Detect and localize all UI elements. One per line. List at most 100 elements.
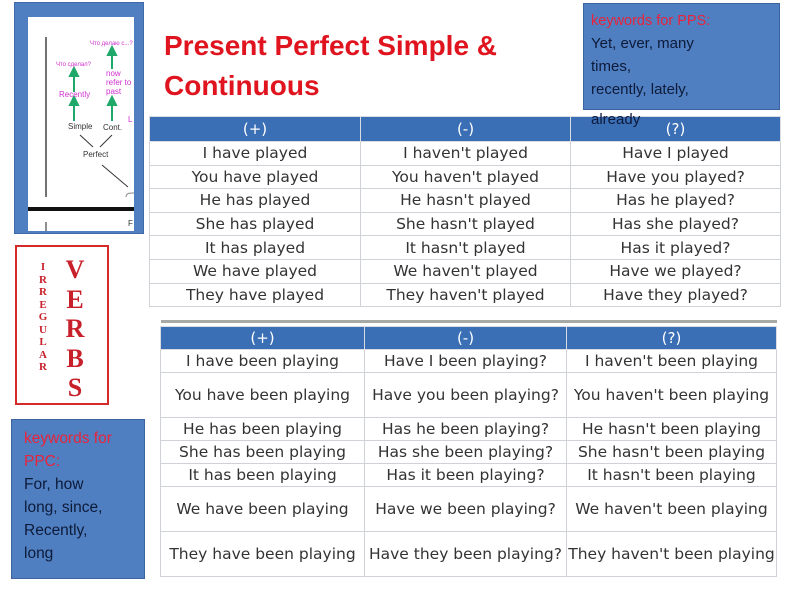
letter: B bbox=[66, 343, 84, 373]
cell: I haven't been playing bbox=[566, 349, 777, 373]
keywords-ppc-line: long bbox=[24, 545, 54, 562]
keywords-pps-line: Yet, ever, many bbox=[591, 35, 694, 52]
cell: Have I been playing? bbox=[364, 349, 567, 373]
letter: A bbox=[39, 348, 47, 361]
divider-line bbox=[161, 320, 777, 323]
letter: R bbox=[39, 361, 47, 373]
cell: It has been playing bbox=[160, 463, 365, 487]
letter: E bbox=[66, 284, 84, 314]
header-negative: (-) bbox=[360, 116, 571, 142]
cell: Have you played? bbox=[570, 164, 781, 190]
irregular-verbs-box: I R R E G U L A R V E R B S bbox=[15, 245, 109, 405]
table-header-row: (+) (-) (?) bbox=[149, 116, 781, 142]
label-simple: Simple bbox=[68, 122, 93, 131]
header-affirmative: (+) bbox=[149, 116, 361, 142]
cell: Have we been playing? bbox=[364, 486, 567, 532]
cell: We have been playing bbox=[160, 486, 365, 532]
cell: Have they played? bbox=[570, 282, 781, 308]
label-cut-l: L bbox=[128, 115, 133, 124]
cell: I have been playing bbox=[160, 349, 365, 373]
letter: R bbox=[39, 273, 47, 286]
cell: She has been playing bbox=[160, 440, 365, 464]
cell: It hasn't played bbox=[360, 235, 571, 260]
keywords-pps-line: times, bbox=[591, 58, 632, 75]
table-row: I have played I haven't played Have I play… bbox=[149, 141, 781, 166]
keywords-ppc-line: long, since, bbox=[24, 499, 103, 516]
cell: They have played bbox=[149, 282, 361, 308]
present-perfect-continuous-table: (+) (-) (?) I have been playing Have I be… bbox=[160, 326, 777, 577]
cell: He has played bbox=[149, 188, 361, 213]
cell: Have I played bbox=[570, 141, 781, 166]
table-row: We have been playing Have we been playing… bbox=[160, 486, 777, 532]
letter: G bbox=[38, 311, 48, 323]
table-row: It has been playing Has it been playing? I… bbox=[160, 463, 777, 487]
cell: You have played bbox=[149, 164, 361, 190]
cell: It hasn't been playing bbox=[566, 463, 777, 487]
table-row: You have been playing Have you been playi… bbox=[160, 372, 777, 418]
label-refer-to: refer to bbox=[106, 78, 132, 87]
cell: They haven't played bbox=[360, 282, 571, 308]
label-perfect: Perfect bbox=[83, 150, 109, 159]
cell: You haven't been playing bbox=[566, 372, 777, 418]
keywords-ppc-heading: keywords for bbox=[24, 430, 112, 447]
keywords-ppc-line: Recently, bbox=[24, 522, 88, 539]
table-row: I have been playing Have I been playing? I… bbox=[160, 349, 777, 373]
curve-line bbox=[125, 192, 134, 198]
label-what-done: Что сделал? bbox=[56, 62, 91, 68]
letter: S bbox=[67, 373, 83, 402]
cell: They haven't been playing bbox=[566, 531, 777, 577]
table-row: She has been playing Has she been playing… bbox=[160, 440, 777, 464]
letter: R bbox=[39, 286, 47, 298]
arrow-up-icon bbox=[106, 44, 118, 56]
cell: I haven't played bbox=[360, 141, 571, 166]
connector-line bbox=[101, 164, 129, 188]
cell: She hasn't been playing bbox=[566, 440, 777, 464]
table-row: They have played They haven't played Have … bbox=[149, 282, 781, 308]
cell: It has played bbox=[149, 235, 361, 260]
keywords-pps-box: keywords for PPS: Yet, ever, many times,… bbox=[583, 3, 780, 110]
cell: He has been playing bbox=[160, 417, 365, 441]
table-row: They have been playing Have they been pla… bbox=[160, 531, 777, 577]
label-cut-f: F bbox=[128, 219, 133, 228]
keywords-ppc-box: keywords for PPC: For, how long, since, … bbox=[11, 419, 145, 579]
cell: You haven't played bbox=[360, 164, 571, 190]
cell: She hasn't played bbox=[360, 211, 571, 237]
cell: She has played bbox=[149, 211, 361, 237]
irregular-label: I R R E G U L A R bbox=[37, 261, 49, 374]
table-row: We have played We haven't played Have we p… bbox=[149, 258, 781, 284]
cell: Has he played? bbox=[570, 188, 781, 213]
cell: Have we played? bbox=[570, 258, 781, 284]
label-what-doing: Что делаю с...? bbox=[90, 41, 133, 47]
connector-line bbox=[99, 134, 113, 148]
keywords-ppc-heading: PPC: bbox=[24, 453, 61, 470]
arrow-up-icon bbox=[106, 94, 118, 106]
letter: R bbox=[65, 314, 85, 343]
cell: I have played bbox=[149, 141, 361, 166]
letter: E bbox=[39, 298, 47, 311]
cell: You have been playing bbox=[160, 372, 365, 418]
label-past: past bbox=[106, 87, 122, 96]
cell: Have they been playing? bbox=[364, 531, 567, 577]
cell: We haven't played bbox=[360, 258, 571, 284]
cell: Has it been playing? bbox=[364, 463, 567, 487]
cell: Has she played? bbox=[570, 211, 781, 237]
table-row: He has been playing Has he been playing? H… bbox=[160, 417, 777, 441]
header-affirmative: (+) bbox=[160, 326, 365, 350]
page-title: Present Perfect Simple & Continuous bbox=[164, 30, 498, 101]
cell: He hasn't played bbox=[360, 188, 571, 213]
cell: Has she been playing? bbox=[364, 440, 567, 464]
header-question: (?) bbox=[566, 326, 777, 350]
cell: Has it played? bbox=[570, 235, 781, 260]
label-recently: Recently bbox=[59, 90, 91, 99]
arrow-up-icon bbox=[68, 65, 80, 77]
label-cont: Cont. bbox=[103, 123, 123, 132]
table-row: You have played You haven't played Have yo… bbox=[149, 164, 781, 190]
keywords-ppc-line: For, how bbox=[24, 476, 84, 493]
keywords-pps-line: already bbox=[591, 111, 641, 128]
table-row: It has played It hasn't played Has it play… bbox=[149, 235, 781, 260]
label-now: now bbox=[106, 69, 121, 78]
table-row: He has played He hasn't played Has he play… bbox=[149, 188, 781, 213]
table-row: She has played She hasn't played Has she p… bbox=[149, 211, 781, 237]
cell: Have you been playing? bbox=[364, 372, 567, 418]
table-header-row: (+) (-) (?) bbox=[160, 326, 777, 350]
